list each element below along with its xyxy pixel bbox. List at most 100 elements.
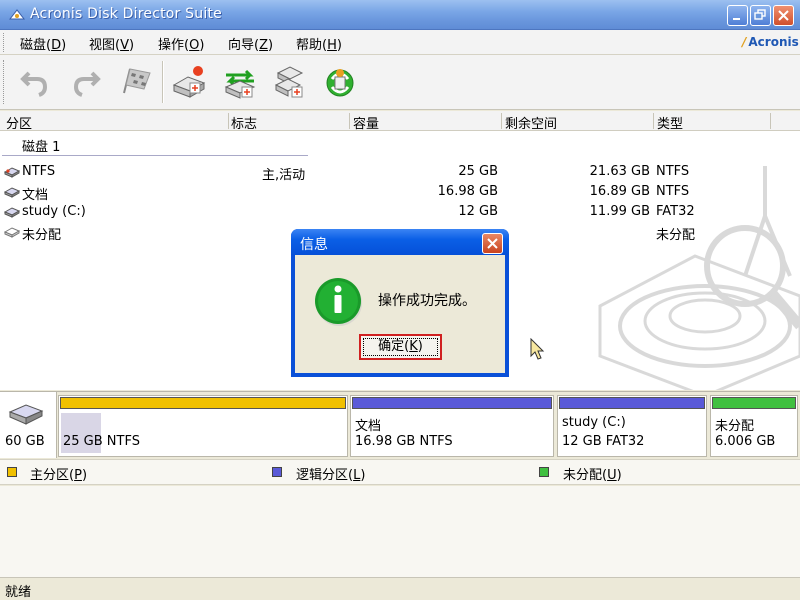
menu-view[interactable]: 视图(V) <box>89 34 134 53</box>
disk-map-partition-ntfs[interactable]: 25 GB NTFS <box>58 395 348 457</box>
undo-button[interactable] <box>15 63 55 101</box>
partition-color-bar <box>60 397 346 409</box>
partition-map-details: 16.98 GB NTFS <box>355 434 453 449</box>
partition-row[interactable]: study (C:) 12 GB 11.99 GB FAT32 <box>0 203 800 223</box>
partition-type: NTFS <box>656 184 690 199</box>
partition-name: NTFS <box>22 164 56 179</box>
legend-label-primary: 主分区(P) <box>30 468 88 483</box>
legend-swatch-primary <box>7 467 17 477</box>
disk-1-label[interactable]: 磁盘 1 <box>22 136 60 155</box>
column-separator[interactable] <box>770 113 771 129</box>
column-separator[interactable] <box>653 113 654 129</box>
app-icon <box>8 9 26 20</box>
partition-color-bar <box>559 397 705 409</box>
toolbar <box>0 55 800 110</box>
dialog-title-bar[interactable]: 信息 <box>291 229 509 255</box>
minimize-icon <box>733 18 740 20</box>
ok-button[interactable]: 确定(K) <box>359 334 442 360</box>
disk-map-partition-study[interactable]: study (C:) 12 GB FAT32 <box>557 395 707 457</box>
partition-color-bar <box>352 397 552 409</box>
recovery-icon <box>326 69 354 97</box>
partition-type: NTFS <box>656 164 690 179</box>
legend-label-logical: 逻辑分区(L) <box>296 468 366 483</box>
partition-map-name: 未分配 <box>715 419 755 434</box>
partition-name: 未分配 <box>22 228 62 243</box>
create-partition-button[interactable] <box>170 63 210 101</box>
partition-free-space: 11.99 GB <box>589 204 650 219</box>
partition-map-details: 25 GB NTFS <box>63 434 140 449</box>
dialog-close-button[interactable] <box>482 233 503 254</box>
partition-row[interactable]: NTFS 主,活动 25 GB 21.63 GB NTFS <box>0 163 800 183</box>
menu-bar: 磁盘(D) 视图(V) 操作(O) 向导(Z) 帮助(H) / Acronis <box>0 30 800 55</box>
redo-button[interactable] <box>66 63 106 101</box>
legend-swatch-logical <box>272 467 282 477</box>
maximize-button[interactable] <box>750 5 771 26</box>
ok-button-label: 确定(K) <box>363 338 438 356</box>
disk-divider <box>2 155 308 156</box>
recovery-button[interactable] <box>320 63 360 101</box>
partition-type: 未分配 <box>656 228 696 243</box>
disk-map: 60 GB 25 GB NTFS 文档 16.98 GB NTFS study … <box>0 391 800 459</box>
unallocated-icon <box>4 227 20 238</box>
legend: 主分区(P) 逻辑分区(L) 未分配(U) <box>0 459 800 485</box>
partition-icon <box>4 207 20 218</box>
toolbar-separator <box>162 61 164 103</box>
partition-map-name: study (C:) <box>562 415 626 430</box>
partition-flags: 主,活动 <box>262 168 306 183</box>
menu-help[interactable]: 帮助(H) <box>296 34 342 53</box>
copy-partition-button[interactable] <box>220 63 260 101</box>
status-text: 就绪 <box>5 585 32 600</box>
column-partition[interactable]: 分区 <box>6 113 32 132</box>
toolbar-grip[interactable] <box>3 60 6 104</box>
partition-name: study (C:) <box>22 204 86 219</box>
legend-swatch-unallocated <box>539 467 549 477</box>
partition-name: 文档 <box>22 188 49 203</box>
copy-partition-icon <box>224 69 256 99</box>
title-bar: Acronis Disk Director Suite <box>0 0 800 30</box>
status-bar: 就绪 <box>0 577 800 600</box>
dialog-body: 操作成功完成。 确定(K) <box>295 255 505 373</box>
commit-flag-icon <box>123 68 151 94</box>
partition-free-space: 16.89 GB <box>589 184 650 199</box>
column-separator[interactable] <box>349 113 350 129</box>
dialog-title: 信息 <box>300 237 328 253</box>
resize-partition-icon <box>274 66 304 98</box>
commit-button[interactable] <box>116 63 156 101</box>
minimize-button[interactable] <box>727 5 748 26</box>
column-flags[interactable]: 标志 <box>231 113 257 132</box>
disk-map-unallocated[interactable]: 未分配 6.006 GB <box>710 395 798 457</box>
resize-partition-button[interactable] <box>270 63 310 101</box>
mouse-cursor-icon <box>530 338 545 360</box>
partition-free-space: 21.63 GB <box>589 164 650 179</box>
column-separator[interactable] <box>228 113 229 129</box>
acronis-logo: / Acronis <box>742 35 799 49</box>
disk-map-partition-documents[interactable]: 文档 16.98 GB NTFS <box>350 395 554 457</box>
menu-disk[interactable]: 磁盘(D) <box>20 34 66 53</box>
disk-summary[interactable]: 60 GB <box>0 392 57 458</box>
partition-map-details: 12 GB FAT32 <box>562 434 645 449</box>
partition-row[interactable]: 文档 16.98 GB 16.89 GB NTFS <box>0 183 800 203</box>
column-capacity[interactable]: 容量 <box>353 113 379 132</box>
close-button[interactable] <box>773 5 794 26</box>
info-icon <box>315 278 362 326</box>
menu-wizards[interactable]: 向导(Z) <box>228 34 273 53</box>
partition-color-bar <box>712 397 796 409</box>
partition-map-name: 文档 <box>355 419 382 434</box>
partition-type: FAT32 <box>656 204 695 219</box>
partition-capacity: 16.98 GB <box>437 184 498 199</box>
column-free-space[interactable]: 剩余空间 <box>505 113 557 132</box>
dialog-message: 操作成功完成。 <box>378 293 476 309</box>
menubar-grip[interactable] <box>3 33 6 52</box>
partition-map-details: 6.006 GB <box>715 434 776 449</box>
menu-operations[interactable]: 操作(O) <box>158 34 204 53</box>
partition-capacity: 25 GB <box>458 164 498 179</box>
disk-size: 60 GB <box>5 434 45 449</box>
empty-panel <box>0 486 800 577</box>
window-title: Acronis Disk Director Suite <box>30 6 222 22</box>
close-icon <box>778 10 789 21</box>
partition-icon <box>4 187 20 198</box>
column-separator[interactable] <box>501 113 502 129</box>
restore-icon <box>754 9 766 20</box>
undo-icon <box>20 71 48 97</box>
column-type[interactable]: 类型 <box>657 113 683 132</box>
